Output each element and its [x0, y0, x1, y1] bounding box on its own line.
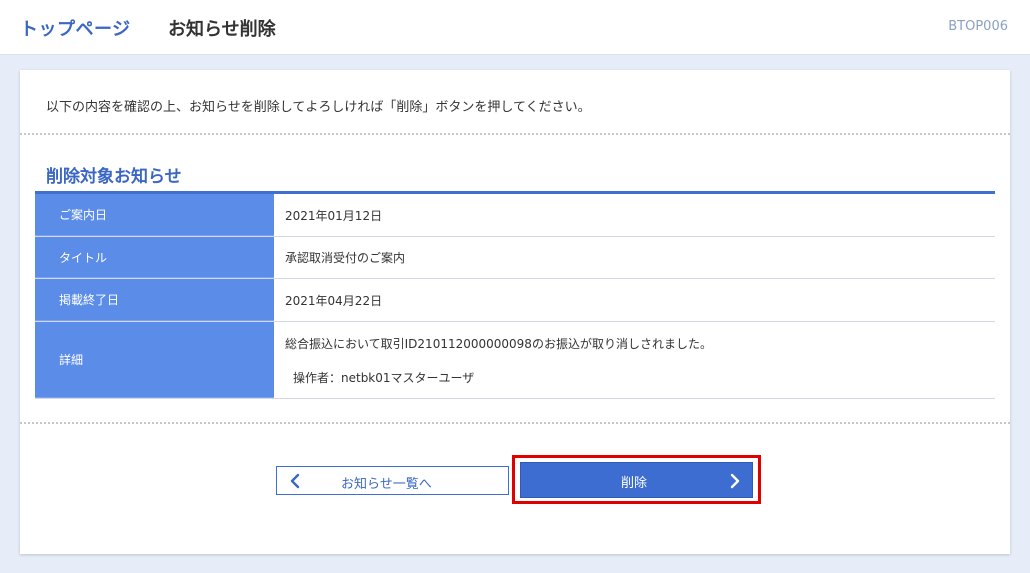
row-value: 2021年01月12日	[285, 208, 383, 223]
notice-detail-table: ご案内日 2021年01月12日 タイトル 承認取消受付のご案内 掲載終了日 2…	[35, 191, 995, 399]
instruction-message: 以下の内容を確認の上、お知らせを削除してよろしければ「削除」ボタンを押してくださ…	[46, 100, 591, 115]
row-value: 総合振込において取引ID210112000000098のお振込が取り消しされまし…	[274, 322, 995, 398]
operator-text: 操作者：netbk01マスターユーザ	[293, 371, 475, 385]
header: トップページ お知らせ削除 BTOP006	[0, 0, 1030, 55]
chevron-left-icon	[289, 473, 301, 493]
divider	[20, 422, 1010, 424]
page-title: お知らせ削除	[168, 19, 276, 40]
detail-text: 総合振込において取引ID210112000000098のお振込が取り消しされまし…	[285, 337, 712, 351]
table-row: 詳細 総合振込において取引ID210112000000098のお振込が取り消しさ…	[35, 322, 995, 399]
delete-button-label: 削除	[621, 476, 648, 491]
back-button-label: お知らせ一覧へ	[341, 477, 432, 492]
row-label: タイトル	[35, 237, 274, 278]
top-page-link[interactable]: トップページ	[20, 15, 131, 41]
table-row: 掲載終了日 2021年04月22日	[35, 279, 995, 322]
divider	[20, 133, 1010, 135]
delete-button[interactable]: 削除	[520, 462, 753, 498]
row-label: 詳細	[35, 322, 274, 398]
table-row: タイトル 承認取消受付のご案内	[35, 237, 995, 279]
table-row: ご案内日 2021年01月12日	[35, 194, 995, 237]
section-title: 削除対象お知らせ	[46, 167, 182, 187]
screen-id: BTOP006	[948, 19, 1008, 34]
content-card: 以下の内容を確認の上、お知らせを削除してよろしければ「削除」ボタンを押してくださ…	[20, 70, 1010, 554]
row-label: 掲載終了日	[35, 279, 274, 321]
row-label: ご案内日	[35, 194, 274, 236]
row-value: 承認取消受付のご案内	[285, 251, 406, 265]
row-value: 2021年04月22日	[285, 293, 383, 308]
back-to-list-button[interactable]: お知らせ一覧へ	[276, 466, 509, 495]
chevron-right-icon	[729, 473, 741, 493]
